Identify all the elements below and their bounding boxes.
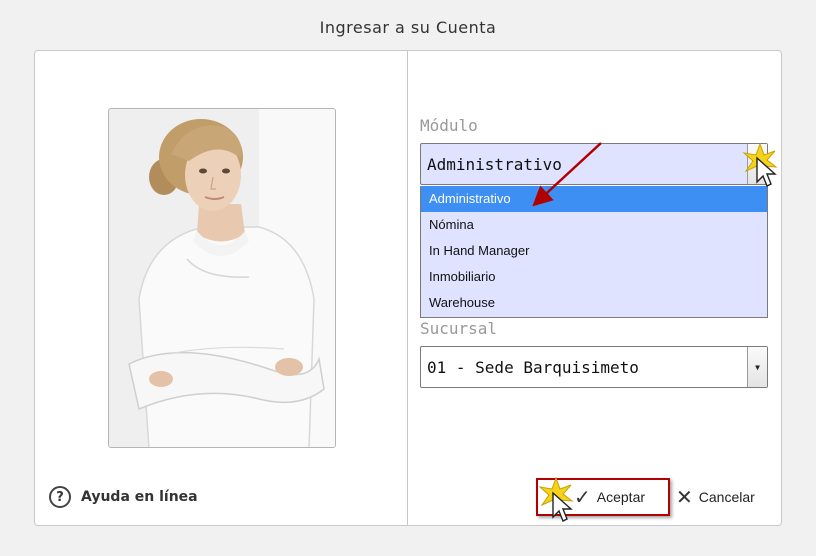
- dialog-title: Ingresar a su Cuenta: [319, 18, 497, 37]
- help-label: Ayuda en línea: [81, 489, 198, 505]
- dropdown-option-nomina[interactable]: Nómina: [421, 212, 767, 238]
- help-link[interactable]: ? Ayuda en línea: [49, 485, 198, 509]
- modulo-select[interactable]: Administrativo ▼: [420, 143, 768, 185]
- sucursal-value: 01 - Sede Barquisimeto: [427, 357, 639, 377]
- chevron-down-icon[interactable]: ▼: [747, 347, 767, 387]
- modulo-label: Módulo: [420, 116, 478, 135]
- user-photo: [108, 108, 336, 448]
- cancel-label: Cancelar: [698, 489, 755, 505]
- dropdown-option-warehouse[interactable]: Warehouse: [421, 290, 767, 316]
- modulo-value: Administrativo: [427, 154, 562, 174]
- cancel-button[interactable]: ✕ Cancelar: [676, 484, 755, 510]
- modulo-dropdown-list: Administrativo Nómina In Hand Manager In…: [420, 186, 768, 318]
- sucursal-select[interactable]: 01 - Sede Barquisimeto ▼: [420, 346, 768, 388]
- close-icon: ✕: [676, 486, 693, 509]
- user-portrait-icon: [109, 109, 335, 447]
- dropdown-option-inmobiliario[interactable]: Inmobiliario: [421, 264, 767, 290]
- sucursal-label: Sucursal: [420, 319, 498, 338]
- panel-divider: [407, 51, 408, 525]
- check-icon: ✓: [574, 486, 591, 509]
- accept-label: Aceptar: [596, 489, 646, 505]
- accept-button[interactable]: ✓ Aceptar: [574, 484, 645, 510]
- dropdown-option-in-hand-manager[interactable]: In Hand Manager: [421, 238, 767, 264]
- question-circle-icon: ?: [49, 486, 71, 508]
- dropdown-option-administrativo[interactable]: Administrativo: [421, 186, 767, 212]
- chevron-down-icon[interactable]: ▼: [747, 144, 767, 184]
